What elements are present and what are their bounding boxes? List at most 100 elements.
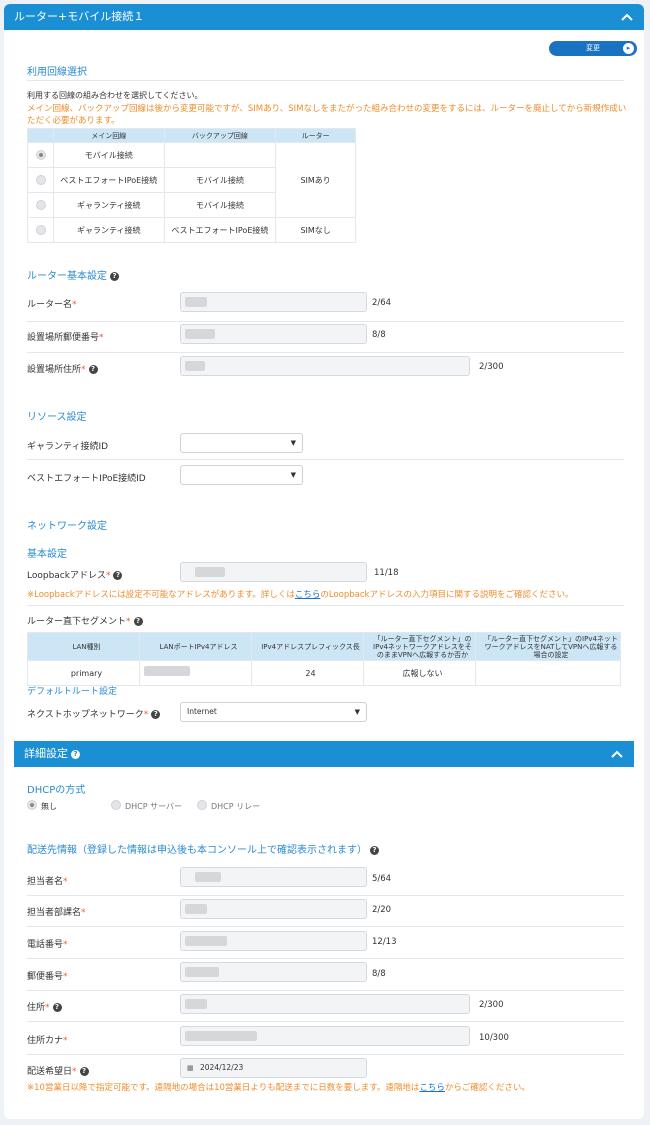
dhcp-title: DHCPの方式 xyxy=(27,785,86,796)
person-label: 担当者名* xyxy=(27,877,68,887)
segment-nat xyxy=(475,660,621,686)
help-icon[interactable]: ? xyxy=(79,1067,89,1076)
chevron-down-icon: ▼ xyxy=(354,708,360,716)
option-main: ギャランティ接続 xyxy=(52,217,165,243)
option-main: ベストエフォートIPoE接続 xyxy=(52,167,165,193)
router-section-header[interactable]: ルーター+モバイル接続１ xyxy=(4,4,644,30)
option-backup: モバイル接続 xyxy=(163,192,277,218)
seg-col-nat: 「ルーター直下セグメント」のIPv4ネットワークアドレスをNATしてVPNへ広報… xyxy=(475,632,621,661)
router-zip-count: 8/8 xyxy=(372,330,386,340)
kana-input[interactable] xyxy=(180,1026,470,1046)
address-input[interactable] xyxy=(180,994,470,1014)
page-root: ルーター+モバイル接続１ 変更 ▸ 利用回線選択 利用する回線の組み合わせを選択… xyxy=(0,0,650,1125)
guarantee-id-label: ギャランティ接続ID xyxy=(27,442,109,452)
address-label: 住所*? xyxy=(27,1000,62,1013)
router-name-input[interactable] xyxy=(180,292,367,312)
radio-button[interactable] xyxy=(36,225,46,235)
dept-input[interactable] xyxy=(180,899,367,919)
dhcp-none-radio[interactable] xyxy=(27,800,37,810)
besteffort-id-select[interactable]: ▼ xyxy=(180,465,303,485)
line-option-row[interactable]: モバイル接続 SIMあり xyxy=(27,142,356,218)
loopback-input[interactable] xyxy=(180,562,367,582)
dhcp-server-radio[interactable] xyxy=(111,800,121,810)
router-zip-label: 設置場所郵便番号* xyxy=(27,333,104,343)
line-option-row[interactable]: ギャランティ接続 ベストエフォートIPoE接続 SIMなし xyxy=(27,217,356,243)
segment-type: primary xyxy=(27,660,140,686)
router-address-input[interactable] xyxy=(180,356,470,376)
option-backup: モバイル接続 xyxy=(163,167,277,193)
delivery-note: ※10営業日以降で指定可能です。遠隔地の場合は10営業日よりも配送までに日数を要… xyxy=(27,1083,530,1093)
dhcp-server-label: DHCP サーバー xyxy=(125,802,183,811)
phone-label: 電話番号* xyxy=(27,940,68,950)
phone-input[interactable] xyxy=(180,931,367,951)
help-icon[interactable]: ? xyxy=(110,271,119,281)
router-name-label: ルーター名* xyxy=(27,300,77,310)
change-button-label: 変更 xyxy=(586,44,600,52)
loopback-help-link[interactable]: こちら xyxy=(295,590,321,600)
col-backup: バックアップ回線 xyxy=(163,128,277,143)
besteffort-id-label: ベストエフォートIPoE接続ID xyxy=(27,474,146,484)
zip-input[interactable] xyxy=(180,962,367,982)
dhcp-relay-radio[interactable] xyxy=(197,800,207,810)
seg-col-prefix: IPv4アドレスプレフィックス長 xyxy=(251,632,364,661)
chevron-down-icon: ▼ xyxy=(290,471,296,479)
seg-col-advertise: 「ルーター直下セグメント」のIPv4ネットワークアドレスをそのままVPNへ広報す… xyxy=(363,632,476,661)
loopback-note: ※Loopbackアドレスには設定不可能なアドレスがあります。詳しくはこちらのL… xyxy=(27,590,574,600)
detail-section-header[interactable]: 詳細設定? xyxy=(14,741,634,767)
chevron-down-icon: ▼ xyxy=(290,439,296,447)
help-icon[interactable]: ? xyxy=(52,1003,62,1012)
delivery-title: 配送先情報（登録した情報は申込後も本コンソール上で確認表示されます）? xyxy=(27,841,379,856)
help-icon[interactable]: ? xyxy=(71,749,80,759)
help-icon[interactable]: ? xyxy=(113,571,123,580)
person-count: 5/64 xyxy=(372,874,392,884)
loopback-count: 11/18 xyxy=(374,568,399,578)
line-select-description: 利用する回線の組み合わせを選択してください。 xyxy=(27,91,203,100)
router-zip-input[interactable] xyxy=(180,324,367,344)
nexthop-label: ネクストホップネットワーク*? xyxy=(27,707,161,720)
segment-ip xyxy=(139,660,252,686)
option-router-sim: SIMあり xyxy=(275,142,356,218)
nexthop-select[interactable]: Internet ▼ xyxy=(180,702,367,722)
router-basic-title: ルーター基本設定? xyxy=(27,267,119,282)
zip-label: 郵便番号* xyxy=(27,972,68,982)
date-value: 2024/12/23 xyxy=(200,1063,244,1072)
help-icon[interactable]: ? xyxy=(88,365,98,374)
dept-count: 2/20 xyxy=(372,905,392,915)
help-icon[interactable]: ? xyxy=(133,617,143,626)
chevron-up-icon[interactable] xyxy=(610,741,624,767)
remote-area-link[interactable]: こちら xyxy=(419,1083,445,1093)
dept-label: 担当者部課名* xyxy=(27,908,86,918)
date-input[interactable]: ▦ 2024/12/23 xyxy=(180,1058,367,1078)
chevron-up-icon[interactable] xyxy=(620,4,634,30)
line-select-title: 利用回線選択 xyxy=(27,67,87,78)
segment-advertise: 広報しない xyxy=(363,660,476,686)
col-main: メイン回線 xyxy=(52,128,165,143)
option-backup xyxy=(163,142,277,168)
change-button[interactable]: 変更 ▸ xyxy=(549,41,637,56)
help-icon[interactable]: ? xyxy=(370,845,379,855)
radio-button[interactable] xyxy=(36,200,46,210)
loopback-label: Loopbackアドレス*? xyxy=(27,568,123,581)
help-icon[interactable]: ? xyxy=(151,710,161,719)
router-name-count: 2/64 xyxy=(372,298,392,308)
segment-row[interactable]: primary 24 広報しない xyxy=(27,660,621,686)
zip-count: 8/8 xyxy=(372,969,386,979)
segment-label: ルーター直下セグメント*? xyxy=(27,614,143,627)
calendar-icon[interactable]: ▦ xyxy=(187,1064,194,1072)
person-input[interactable] xyxy=(180,867,367,887)
default-route-title: デフォルトルート設定 xyxy=(27,687,118,697)
arrow-right-icon: ▸ xyxy=(623,43,634,54)
nexthop-value: Internet xyxy=(187,707,217,716)
col-router: ルーター xyxy=(275,128,356,143)
option-main: モバイル接続 xyxy=(52,142,165,168)
guarantee-id-select[interactable]: ▼ xyxy=(180,433,303,453)
resource-title: リソース設定 xyxy=(27,412,87,423)
option-main: ギャランティ接続 xyxy=(52,192,165,218)
network-basic-title: 基本設定 xyxy=(27,549,67,560)
radio-button[interactable] xyxy=(36,150,46,160)
line-options-table: メイン回線 バックアップ回線 ルーター モバイル接続 SIMあり ベストエフォー… xyxy=(27,128,356,243)
radio-button[interactable] xyxy=(36,175,46,185)
main-panel: ルーター+モバイル接続１ 変更 ▸ 利用回線選択 利用する回線の組み合わせを選択… xyxy=(4,4,644,1119)
dhcp-none-label: 無し xyxy=(41,802,57,811)
router-address-count: 2/300 xyxy=(479,362,504,372)
